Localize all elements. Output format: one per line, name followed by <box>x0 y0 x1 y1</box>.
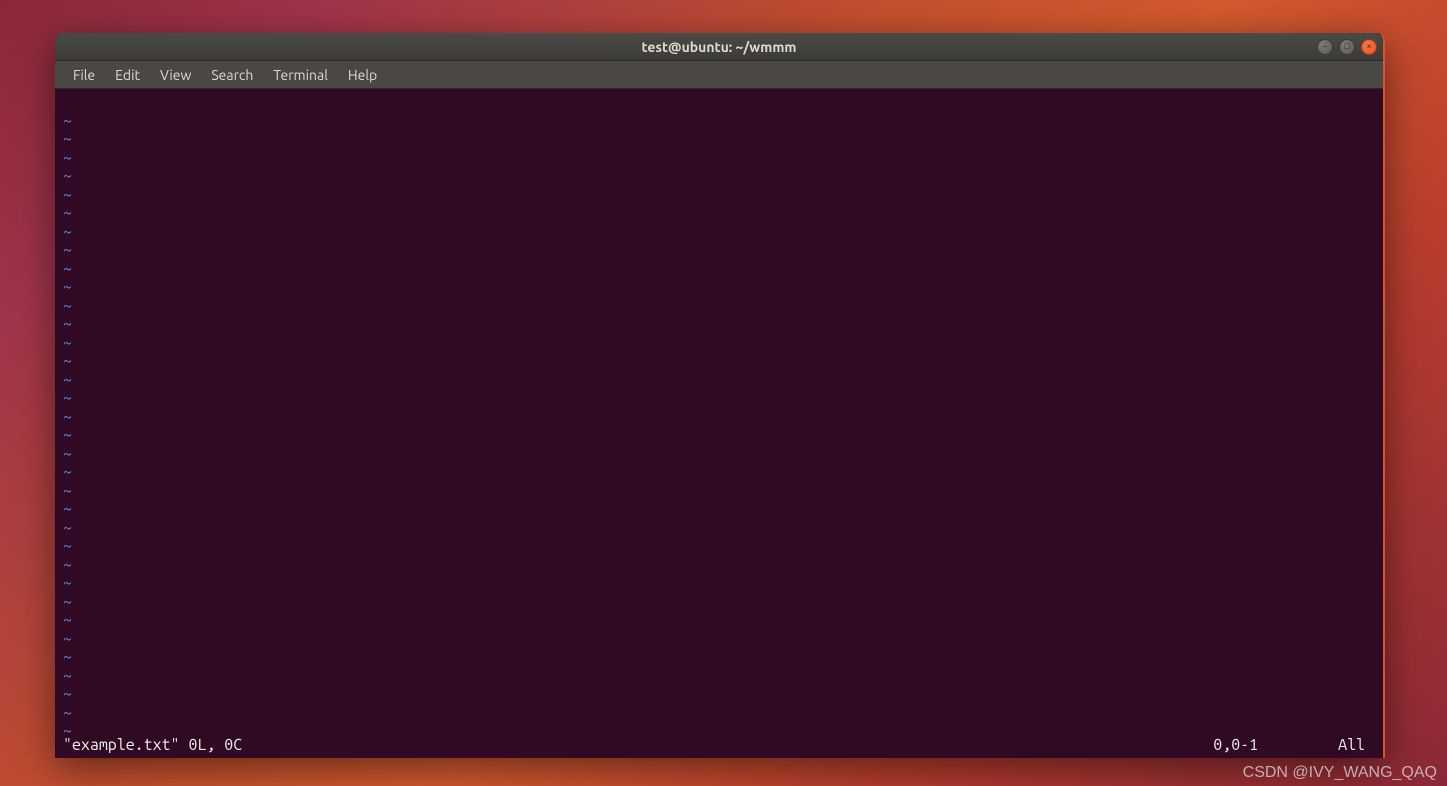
vim-status-percent: All <box>1338 736 1365 755</box>
vim-tilde-line: ~ <box>63 352 1375 371</box>
vim-tilde-line: ~ <box>63 630 1375 649</box>
vim-tilde-lines: ~~~~~~~~~~~~~~~~~~~~~~~~~~~~~~~~~~ <box>63 112 1375 741</box>
vim-tilde-line: ~ <box>63 482 1375 501</box>
menu-file[interactable]: File <box>63 63 105 87</box>
vim-tilde-line: ~ <box>63 593 1375 612</box>
vim-tilde-line: ~ <box>63 334 1375 353</box>
menu-search[interactable]: Search <box>201 63 263 87</box>
vim-tilde-line: ~ <box>63 112 1375 131</box>
vim-tilde-line: ~ <box>63 371 1375 390</box>
watermark: CSDN @IVY_WANG_QAQ <box>1243 764 1437 782</box>
terminal-window: test@ubuntu: ~/wmmm − □ × File Edit View… <box>55 33 1385 758</box>
vim-status-file: "example.txt" 0L, 0C <box>63 736 242 755</box>
menu-terminal[interactable]: Terminal <box>263 63 338 87</box>
title-bar[interactable]: test@ubuntu: ~/wmmm − □ × <box>55 33 1383 61</box>
vim-tilde-line: ~ <box>63 537 1375 556</box>
vim-status-line: "example.txt" 0L, 0C 0,0-1 All <box>63 736 1375 755</box>
maximize-button[interactable]: □ <box>1339 39 1355 55</box>
vim-tilde-line: ~ <box>63 186 1375 205</box>
vim-tilde-line: ~ <box>63 463 1375 482</box>
vim-tilde-line: ~ <box>63 704 1375 723</box>
vim-tilde-line: ~ <box>63 130 1375 149</box>
vim-tilde-line: ~ <box>63 445 1375 464</box>
vim-tilde-line: ~ <box>63 611 1375 630</box>
close-button[interactable]: × <box>1361 39 1377 55</box>
vim-tilde-line: ~ <box>63 667 1375 686</box>
window-controls: − □ × <box>1317 39 1377 55</box>
vim-tilde-line: ~ <box>63 648 1375 667</box>
close-icon: × <box>1366 42 1371 51</box>
menu-edit[interactable]: Edit <box>105 63 150 87</box>
vim-tilde-line: ~ <box>63 500 1375 519</box>
maximize-icon: □ <box>1344 42 1349 51</box>
vim-tilde-line: ~ <box>63 167 1375 186</box>
vim-tilde-line: ~ <box>63 556 1375 575</box>
window-title: test@ubuntu: ~/wmmm <box>642 39 797 55</box>
vim-status-position: 0,0-1 <box>1213 736 1258 755</box>
terminal-content[interactable]: ~~~~~~~~~~~~~~~~~~~~~~~~~~~~~~~~~~ "exam… <box>55 89 1383 758</box>
minimize-icon: − <box>1322 42 1327 51</box>
vim-tilde-line: ~ <box>63 204 1375 223</box>
vim-tilde-line: ~ <box>63 149 1375 168</box>
menu-help[interactable]: Help <box>338 63 387 87</box>
vim-tilde-line: ~ <box>63 574 1375 593</box>
vim-tilde-line: ~ <box>63 260 1375 279</box>
vim-tilde-line: ~ <box>63 315 1375 334</box>
vim-tilde-line: ~ <box>63 223 1375 242</box>
vim-tilde-line: ~ <box>63 278 1375 297</box>
vim-tilde-line: ~ <box>63 241 1375 260</box>
menu-view[interactable]: View <box>150 63 201 87</box>
vim-first-line <box>63 93 1375 112</box>
vim-tilde-line: ~ <box>63 408 1375 427</box>
minimize-button[interactable]: − <box>1317 39 1333 55</box>
vim-tilde-line: ~ <box>63 426 1375 445</box>
vim-tilde-line: ~ <box>63 297 1375 316</box>
menu-bar: File Edit View Search Terminal Help <box>55 61 1383 89</box>
vim-tilde-line: ~ <box>63 685 1375 704</box>
vim-tilde-line: ~ <box>63 389 1375 408</box>
vim-tilde-line: ~ <box>63 519 1375 538</box>
